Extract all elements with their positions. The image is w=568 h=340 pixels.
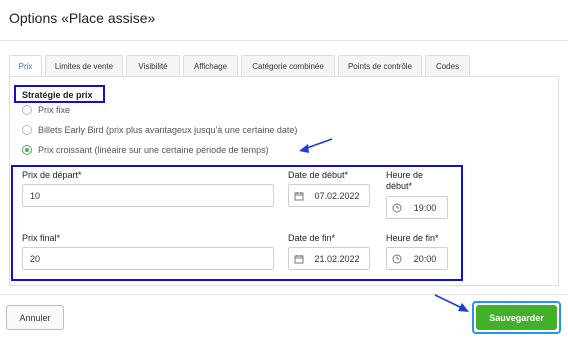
radio-option-increasing[interactable]: Prix croissant (linéaire sur une certain…: [22, 145, 269, 155]
end-time-value: 20:00: [413, 253, 437, 264]
footer-divider: [0, 294, 568, 295]
start-date-label: Date de début*: [288, 170, 349, 180]
radio-option-fixed[interactable]: Prix fixe: [22, 105, 70, 115]
annotation-arrow-icon: [434, 294, 469, 312]
radio-button[interactable]: [22, 125, 32, 135]
clock-icon: [387, 254, 407, 264]
start-time-label: Heure de début*: [386, 170, 423, 192]
end-price-label: Prix final*: [22, 233, 61, 243]
header-divider: [0, 40, 568, 41]
start-price-input[interactable]: 10: [22, 184, 274, 207]
end-time-label: Heure de fin*: [386, 233, 439, 243]
tab-categorie-combinee[interactable]: Catégorie combinée: [241, 55, 335, 76]
start-date-input[interactable]: 07.02.2022: [288, 184, 370, 207]
modal-title: Options «Place assise»: [9, 10, 156, 26]
radio-button[interactable]: [22, 105, 32, 115]
end-date-value: 21.02.2022: [314, 253, 360, 264]
save-button[interactable]: Sauvegarder: [476, 305, 557, 330]
annotation-arrow-icon: [299, 138, 333, 153]
tab-prix[interactable]: Prix: [9, 55, 42, 77]
tab-visibilite[interactable]: Visibilité: [126, 55, 180, 76]
calendar-icon: [289, 191, 309, 201]
calendar-icon: [289, 254, 309, 264]
start-date-value: 07.02.2022: [314, 190, 360, 201]
radio-label: Prix croissant (linéaire sur une certain…: [38, 145, 269, 155]
start-time-value: 19:00: [413, 202, 437, 213]
start-time-label-line1: Heure de: [386, 170, 424, 180]
tab-affichage[interactable]: Affichage: [183, 55, 238, 76]
end-price-input[interactable]: 20: [22, 247, 274, 270]
start-time-label-line2: début*: [386, 181, 413, 191]
tab-bar: Prix Limites de vente Visibilité Afficha…: [9, 55, 473, 77]
tab-points-de-controle[interactable]: Points de contrôle: [338, 55, 422, 76]
cancel-button[interactable]: Annuler: [6, 305, 64, 330]
start-price-label: Prix de départ*: [22, 170, 82, 180]
end-time-input[interactable]: 20:00: [386, 247, 448, 270]
start-time-input[interactable]: 19:00: [386, 196, 448, 219]
radio-label: Prix fixe: [38, 105, 71, 115]
section-title-price-strategy: Stratégie de prix: [22, 90, 93, 100]
end-date-input[interactable]: 21.02.2022: [288, 247, 370, 270]
radio-option-early-bird[interactable]: Billets Early Bird (prix plus avantageux…: [22, 125, 297, 135]
end-date-label: Date de fin*: [288, 233, 336, 243]
tab-codes[interactable]: Codes: [425, 55, 470, 76]
radio-button-checked[interactable]: [22, 145, 32, 155]
clock-icon: [387, 203, 407, 213]
radio-label: Billets Early Bird (prix plus avantageux…: [38, 125, 298, 135]
tab-limites-de-vente[interactable]: Limites de vente: [45, 55, 123, 76]
